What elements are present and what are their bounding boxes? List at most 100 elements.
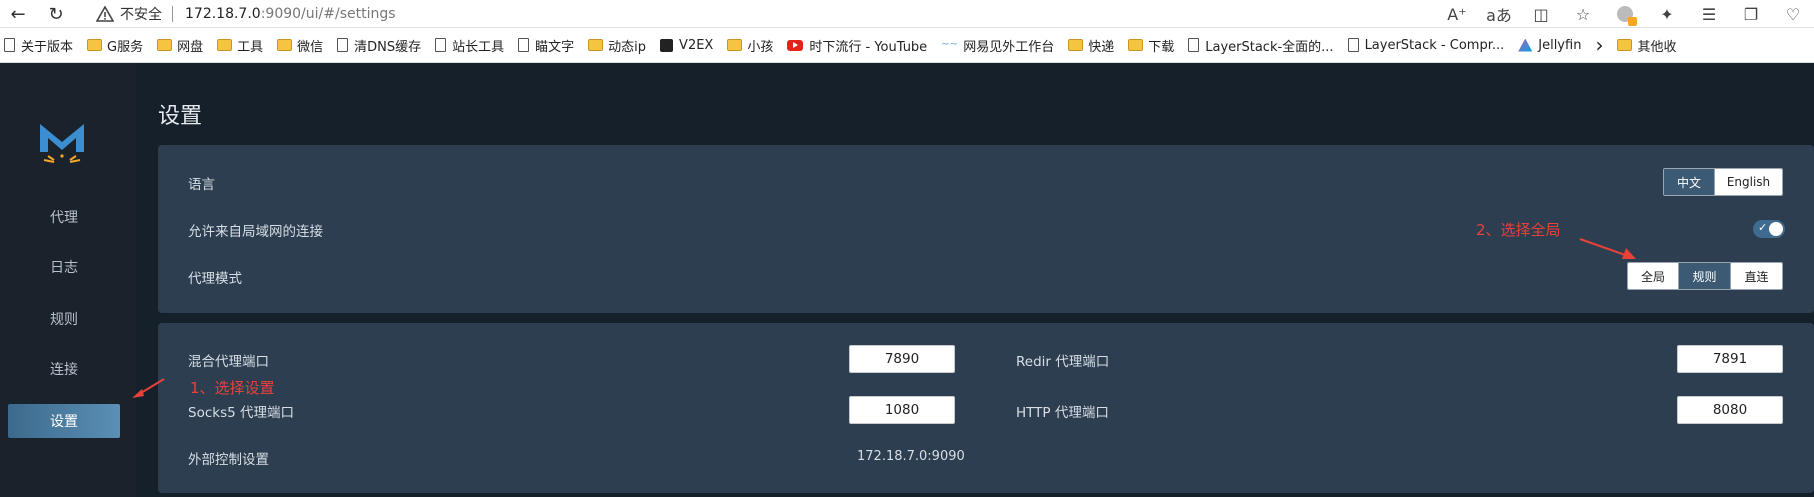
bookmark-label: 瞄文字	[535, 39, 575, 55]
bookmarks-overflow-chevron-icon[interactable]: ›	[1595, 33, 1603, 57]
folder-icon	[1617, 39, 1633, 51]
folder-icon	[87, 39, 103, 51]
bookmark-label: 关于版本	[21, 39, 74, 55]
insecure-label: 不安全	[120, 7, 162, 23]
folder-icon	[727, 39, 743, 51]
bookmark-item[interactable]: Jellyfin	[1518, 38, 1581, 53]
bookmark-item[interactable]: ~~ 网易见外工作台	[941, 36, 1054, 55]
bookmark-item[interactable]: 网盘	[157, 36, 203, 55]
mixed-port-label: 混合代理端口	[188, 354, 269, 370]
annotation-step2: 2、选择全局	[1476, 221, 1561, 239]
reader-mode-icon[interactable]: ◫	[1520, 2, 1562, 26]
bookmark-item[interactable]: 微信	[277, 36, 323, 55]
warning-icon	[96, 6, 114, 22]
folder-icon	[1128, 39, 1144, 51]
toggle-knob	[1769, 222, 1783, 236]
check-icon: ✓	[1758, 221, 1768, 234]
bookmark-label: 时下流行 - YouTube	[809, 39, 928, 55]
page-icon	[4, 38, 15, 52]
http-port-input[interactable]	[1677, 396, 1783, 424]
page-icon	[337, 38, 349, 52]
bookmark-label: 网易见外工作台	[963, 39, 1055, 55]
general-settings-card	[158, 145, 1814, 313]
page-title: 设置	[158, 104, 203, 129]
reload-icon[interactable]: ↻	[44, 2, 68, 26]
mode-option-global[interactable]: 全局	[1628, 263, 1678, 289]
folder-icon	[157, 39, 173, 51]
http-port-label: HTTP 代理端口	[1016, 405, 1109, 421]
bookmark-item[interactable]: 下载	[1128, 36, 1174, 55]
bookmark-item[interactable]: 工具	[217, 36, 263, 55]
url-path: :9090/ui/#/settings	[260, 6, 396, 22]
bookmark-label: Jellyfin	[1538, 37, 1582, 53]
annotation-arrow-right-icon	[1579, 238, 1636, 259]
bookmark-label: LayerStack - Compr...	[1364, 37, 1505, 53]
url-host: 172.18.7.0	[185, 6, 261, 22]
other-bookmarks-folder[interactable]: 其他收	[1617, 36, 1676, 55]
language-option-zh[interactable]: 中文	[1664, 169, 1714, 195]
bookmark-item[interactable]: 快递	[1068, 36, 1114, 55]
back-icon[interactable]: ←	[6, 2, 30, 26]
folder-icon	[1068, 39, 1084, 51]
favorite-star-icon[interactable]: ☆	[1562, 2, 1604, 26]
bookmark-label: 动态ip	[608, 39, 647, 55]
bookmark-item[interactable]: 小孩	[727, 36, 773, 55]
translate-icon[interactable]: aあ	[1478, 2, 1520, 26]
allow-lan-toggle[interactable]: ✓	[1753, 220, 1785, 238]
bookmark-item[interactable]: 动态ip	[588, 36, 646, 55]
extension-badge-icon[interactable]	[1604, 2, 1646, 26]
bookmark-item[interactable]: 站长工具	[435, 36, 504, 55]
bookmark-item[interactable]: 清DNS缓存	[337, 36, 421, 55]
mixed-port-input[interactable]	[849, 345, 955, 373]
proxy-mode-selector: 全局 规则 直连	[1627, 262, 1783, 290]
youtube-icon	[787, 39, 804, 51]
proxy-mode-label: 代理模式	[188, 271, 242, 287]
bookmarks-bar: 关于版本 G服务 网盘 工具 微信 清DNS缓存 站长工具 瞄文字 动态ip V2EX 小孩 时下流行…	[0, 28, 1814, 63]
extensions-puzzle-icon[interactable]: ✦	[1646, 2, 1688, 26]
browser-health-icon[interactable]: ♡	[1772, 2, 1814, 26]
bookmark-item[interactable]: 瞄文字	[518, 36, 574, 55]
jellyfin-icon	[1518, 38, 1533, 52]
bookmark-label: 下载	[1148, 39, 1175, 55]
sidebar-item-logs[interactable]: 日志	[8, 250, 120, 284]
url-field[interactable]: 不安全 172.18.7.0:9090/ui/#/settings	[96, 2, 1426, 26]
mode-option-direct[interactable]: 直连	[1730, 263, 1782, 289]
mode-option-rule[interactable]: 规则	[1678, 263, 1730, 289]
socks5-port-label: Socks5 代理端口	[188, 405, 294, 421]
language-option-en[interactable]: English	[1714, 169, 1782, 195]
page-icon	[1347, 38, 1359, 52]
port-settings-card	[158, 323, 1814, 493]
bookmark-label: V2EX	[679, 37, 714, 53]
bookmark-label: 清DNS缓存	[354, 39, 422, 55]
bookmark-label: 小孩	[747, 39, 774, 55]
page-icon	[435, 38, 447, 52]
sidebar-item-rules[interactable]: 规则	[8, 302, 120, 336]
annotation-step1: 1、选择设置	[190, 379, 275, 397]
bookmark-item[interactable]: LayerStack-全面的...	[1188, 36, 1334, 55]
sidebar-item-settings[interactable]: 设置	[8, 404, 120, 438]
browser-toolbar: A⁺ aあ ◫ ☆ ✦ ☰ ❐ ♡	[1436, 2, 1814, 26]
read-aloud-icon[interactable]: A⁺	[1436, 2, 1478, 26]
bookmark-item[interactable]: 关于版本	[4, 36, 73, 55]
bookmark-item[interactable]: 时下流行 - YouTube	[787, 36, 927, 55]
bookmark-label: 站长工具	[452, 39, 505, 55]
sidebar-item-connections[interactable]: 连接	[8, 352, 120, 386]
bookmark-item[interactable]: LayerStack - Compr...	[1347, 37, 1505, 53]
redir-port-label: Redir 代理端口	[1016, 354, 1110, 370]
favorites-list-icon[interactable]: ☰	[1688, 2, 1730, 26]
browser-address-bar: ← ↻ 不安全 172.18.7.0:9090/ui/#/settings A⁺…	[0, 0, 1814, 28]
redir-port-input[interactable]	[1677, 345, 1783, 373]
url-separator	[172, 6, 173, 22]
bookmark-item[interactable]: G服务	[87, 36, 143, 55]
external-controller-value: 172.18.7.0:9090	[857, 449, 965, 464]
bookmark-label: 快递	[1088, 39, 1115, 55]
sidebar-item-proxies[interactable]: 代理	[8, 200, 120, 234]
other-bookmarks-label: 其他收	[1637, 39, 1677, 55]
v2ex-icon	[660, 38, 674, 52]
folder-icon	[217, 39, 233, 51]
folder-icon	[588, 39, 604, 51]
allow-lan-label: 允许来自局域网的连接	[188, 224, 323, 240]
bookmark-item[interactable]: V2EX	[660, 38, 713, 53]
socks5-port-input[interactable]	[849, 396, 955, 424]
collections-icon[interactable]: ❐	[1730, 2, 1772, 26]
